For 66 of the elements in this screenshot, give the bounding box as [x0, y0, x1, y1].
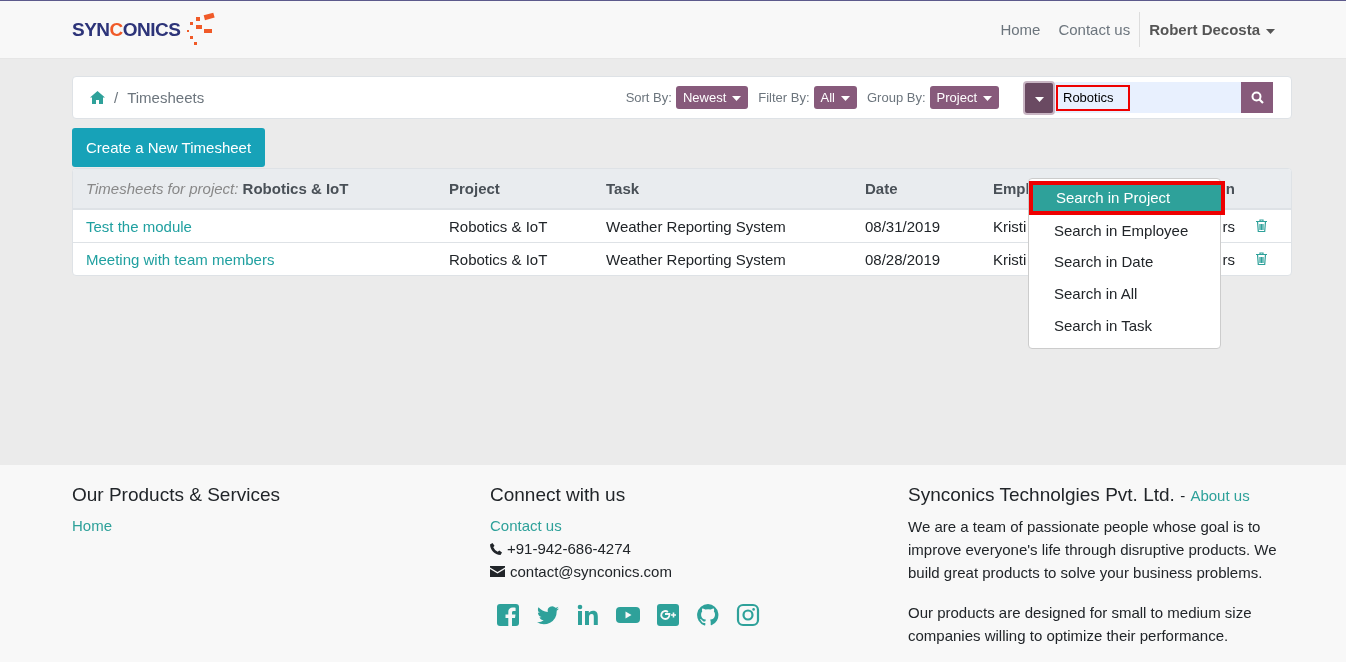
timesheet-link[interactable]: Meeting with team members — [73, 250, 436, 268]
search-button[interactable] — [1241, 82, 1273, 113]
logo-text: SYNCONICS — [72, 18, 181, 41]
nav-link[interactable]: Home — [991, 21, 1050, 38]
email-address: contact@synconics.com — [510, 562, 672, 582]
phone-icon — [490, 542, 502, 555]
github-icon[interactable] — [696, 603, 720, 627]
footer-heading: Synconics Technolgies Pvt. Ltd. — [908, 484, 1175, 505]
envelope-icon — [490, 566, 505, 577]
separator: - — [1180, 487, 1186, 504]
table-cell-text: Kristi — [992, 250, 1028, 268]
group-heading: Timesheets for project: Robotics & IoT — [85, 180, 350, 197]
column-header: n — [1225, 180, 1235, 197]
linkedin-icon[interactable] — [576, 603, 600, 627]
search-option[interactable]: Search in Task — [1028, 309, 1221, 342]
caret-icon — [1266, 28, 1275, 34]
home-icon[interactable] — [90, 91, 105, 104]
table-cell: rs — [1222, 217, 1235, 235]
search-option[interactable]: Search in All — [1028, 278, 1221, 310]
nav-link[interactable]: Contact us — [1049, 21, 1140, 38]
search-option[interactable]: Search in Project — [1029, 181, 1225, 215]
caret-icon — [983, 96, 992, 102]
facebook-icon[interactable] — [496, 603, 520, 627]
about-paragraph: We are a team of passionate people whose goal is to improve everyone's life through disruptive products. We build great products to solve your business problems. — [908, 517, 1278, 583]
caret-icon — [732, 96, 742, 102]
create-timesheet-button[interactable]: Create a New Timesheet — [72, 128, 266, 167]
footer-heading: Our Products & Services — [72, 484, 282, 506]
user-menu[interactable]: Robert Decosta — [1139, 12, 1284, 47]
table-cell-text: 08/31/2019 — [864, 217, 942, 235]
table-cell-text: Weather Reporting System — [605, 217, 787, 235]
table-cell-text: Weather Reporting System — [605, 250, 787, 268]
table-cell-text: Robotics & IoT — [448, 250, 549, 268]
search-field[interactable]: Robotics — [1055, 82, 1241, 113]
twitter-icon[interactable] — [536, 603, 560, 627]
search-options-toggle[interactable] — [1025, 82, 1053, 113]
google-plus-icon[interactable] — [656, 603, 680, 627]
trash-icon[interactable] — [1256, 251, 1267, 265]
table-cell-text: 08/28/2019 — [864, 250, 942, 268]
control-label: Group By: — [867, 90, 926, 105]
search-option[interactable]: Search in Employee — [1028, 214, 1221, 247]
dropdown-button[interactable]: Project — [929, 86, 999, 109]
breadcrumb-item: Timesheets — [127, 89, 205, 106]
dropdown-button[interactable]: Newest — [675, 86, 749, 109]
about-paragraph: Our products are designed for small to medium size companies willing to optimize their performance. — [908, 603, 1253, 646]
timesheet-link[interactable]: Test the module — [73, 217, 436, 235]
column-header: Project — [448, 180, 501, 197]
trash-icon[interactable] — [1256, 218, 1267, 232]
column-header: Task — [605, 180, 641, 197]
footer-link[interactable]: Contact us — [490, 517, 562, 534]
breadcrumb-separator: / — [114, 89, 119, 106]
caret-icon — [1034, 97, 1044, 102]
control-label: Sort By: — [625, 90, 672, 105]
table-cell-text: Kristi — [992, 217, 1028, 235]
table-cell-text: Robotics & IoT — [448, 217, 549, 235]
column-header: Date — [864, 180, 899, 197]
footer-link[interactable]: Home — [72, 517, 112, 534]
caret-icon — [841, 96, 850, 102]
table-cell: rs — [1222, 250, 1235, 268]
search-icon — [1250, 91, 1264, 104]
instagram-icon[interactable] — [736, 603, 760, 627]
footer-heading: Connect with us — [490, 484, 627, 506]
about-link[interactable]: About us — [1190, 487, 1250, 504]
search-option[interactable]: Search in Date — [1028, 246, 1221, 279]
phone-number: +91-942-686-4274 — [507, 539, 631, 559]
dropdown-button[interactable]: All — [813, 86, 857, 109]
control-label: Filter By: — [758, 90, 810, 105]
